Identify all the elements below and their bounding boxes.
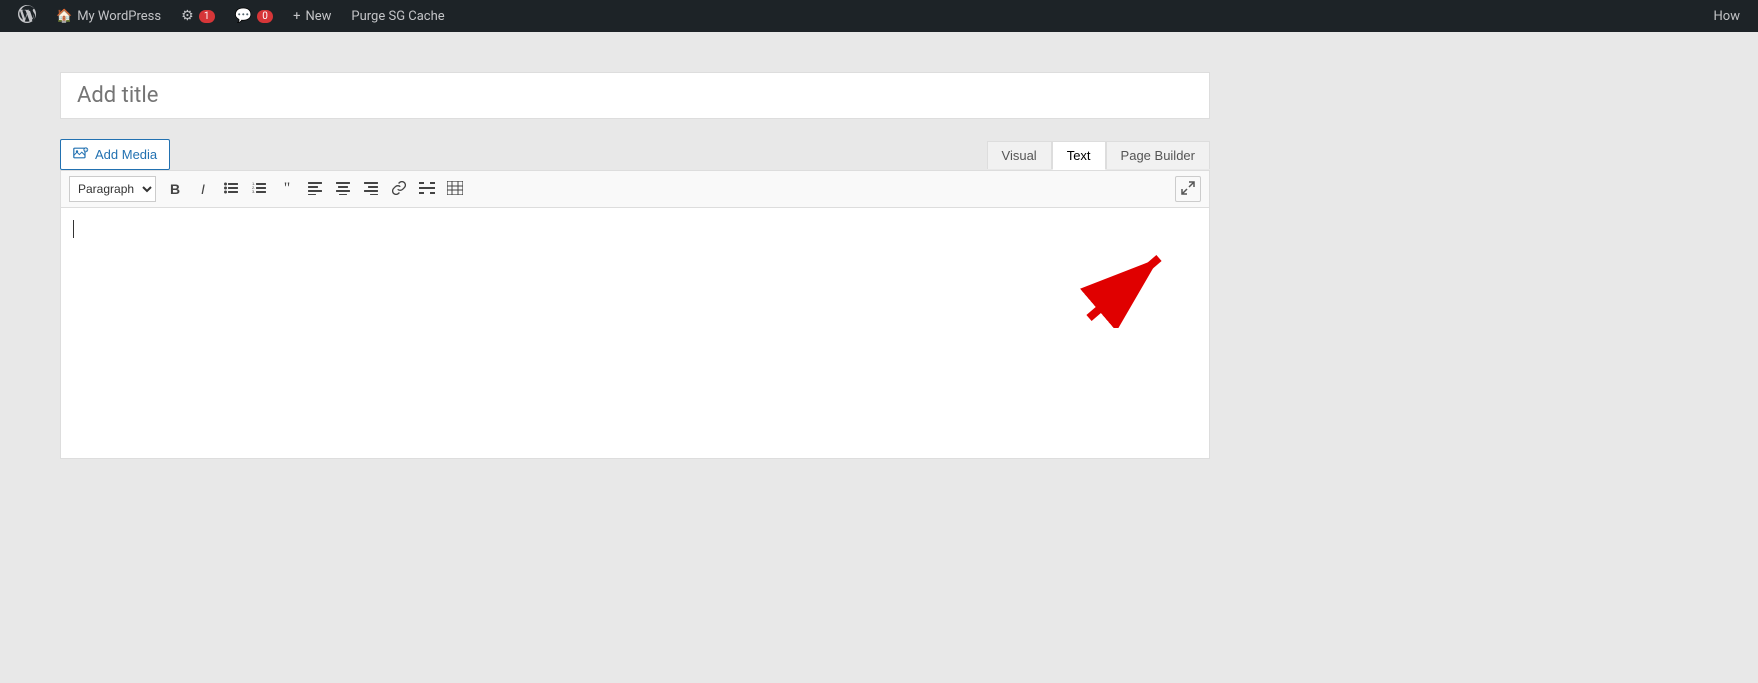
svg-text:3.: 3.	[252, 189, 255, 194]
comments-badge: 0	[257, 10, 273, 23]
editor-tabs: Visual Text Page Builder	[987, 141, 1210, 169]
adminbar-site-name[interactable]: 🏠 My WordPress	[46, 0, 171, 32]
toolbar-expand-button[interactable]	[1175, 176, 1201, 202]
unordered-list-button[interactable]	[218, 176, 244, 202]
more-button[interactable]	[414, 176, 440, 202]
add-media-label: Add Media	[95, 147, 157, 162]
expand-icon	[1181, 181, 1195, 198]
tab-page-builder[interactable]: Page Builder	[1106, 141, 1210, 169]
comments-icon: 💬	[235, 8, 252, 24]
editor-box: Paragraph Heading 1 Heading 2 Heading 3 …	[60, 170, 1210, 459]
adminbar-wp-logo[interactable]	[8, 0, 46, 32]
align-left-button[interactable]	[302, 176, 328, 202]
arrow-annotation	[1069, 238, 1189, 332]
italic-button[interactable]: I	[190, 176, 216, 202]
tab-visual[interactable]: Visual	[987, 141, 1052, 169]
editor-toolbar: Paragraph Heading 1 Heading 2 Heading 3 …	[61, 171, 1209, 208]
new-label: New	[305, 9, 331, 24]
title-wrapper	[60, 72, 1698, 119]
link-button[interactable]	[386, 176, 412, 202]
home-icon: 🏠	[56, 9, 72, 24]
blockquote-button[interactable]: "	[274, 176, 300, 202]
paragraph-select[interactable]: Paragraph Heading 1 Heading 2 Heading 3 …	[69, 176, 156, 202]
page-content: Add Media Visual Text Page Builder Parag…	[0, 32, 1758, 651]
editor-wrapper: Add Media Visual Text Page Builder Parag…	[60, 139, 1210, 459]
adminbar-purge-cache[interactable]: Purge SG Cache	[341, 0, 454, 32]
plus-icon: +	[293, 9, 300, 24]
site-name-label: My WordPress	[77, 9, 161, 24]
admin-bar: 🏠 My WordPress ⚙ 1 💬 0 + New Purge SG Ca…	[0, 0, 1758, 32]
add-media-button[interactable]: Add Media	[60, 139, 170, 170]
table-button[interactable]	[442, 176, 468, 202]
purge-cache-label: Purge SG Cache	[351, 9, 444, 24]
adminbar-updates[interactable]: ⚙ 1	[171, 0, 225, 32]
text-cursor	[73, 220, 74, 238]
editor-top-bar: Add Media Visual Text Page Builder	[60, 139, 1210, 170]
adminbar-new[interactable]: + New	[283, 0, 341, 32]
bold-button[interactable]: B	[162, 176, 188, 202]
adminbar-comments[interactable]: 💬 0	[225, 0, 283, 32]
ordered-list-button[interactable]: 1. 2. 3.	[246, 176, 272, 202]
adminbar-right-text: How	[1704, 9, 1750, 24]
tab-text[interactable]: Text	[1052, 141, 1106, 170]
add-media-icon	[73, 145, 89, 164]
updates-badge: 1	[199, 10, 215, 23]
updates-icon: ⚙	[181, 8, 194, 24]
align-right-button[interactable]	[358, 176, 384, 202]
wordpress-icon	[18, 5, 36, 27]
editor-content[interactable]	[61, 208, 1209, 458]
align-center-button[interactable]	[330, 176, 356, 202]
post-title-input[interactable]	[60, 72, 1210, 119]
